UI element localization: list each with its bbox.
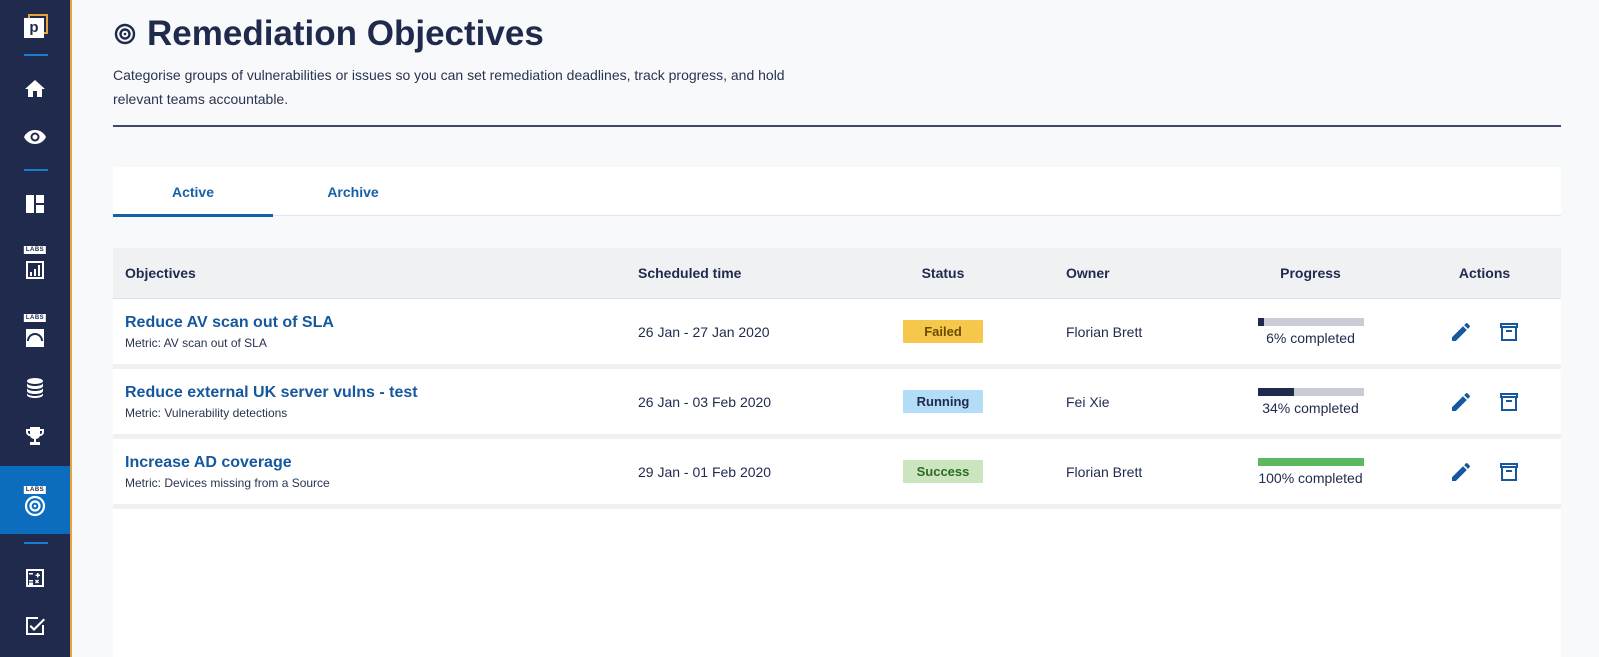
objective-title-link[interactable]: Increase AD coverage	[125, 454, 638, 472]
progress-cell: 6% completed	[1213, 317, 1408, 346]
archive-icon	[1499, 462, 1518, 481]
gauge-icon	[26, 329, 44, 347]
page-description: Categorise groups of vulnerabilities or …	[113, 67, 785, 107]
tab-bar: Active Archive	[113, 167, 1561, 217]
pencil-icon	[1451, 462, 1470, 481]
report-chart-icon	[26, 261, 44, 279]
column-header-scheduled[interactable]: Scheduled time	[638, 265, 858, 281]
home-icon	[25, 80, 45, 97]
tab-active[interactable]: Active	[113, 167, 273, 217]
labs-badge: LABS	[23, 246, 47, 254]
progress-label: 6% completed	[1266, 329, 1355, 346]
labs-badge: LABS	[23, 486, 47, 494]
tab-archive[interactable]: Archive	[273, 167, 433, 216]
archive-button[interactable]	[1496, 389, 1522, 415]
sidebar-item-home[interactable]	[0, 65, 70, 113]
edit-button[interactable]	[1448, 459, 1474, 485]
owner-name: Florian Brett	[1066, 323, 1143, 340]
eye-icon	[24, 130, 46, 144]
sidebar: p LABS LABS LABS	[0, 0, 72, 657]
owner-name: Florian Brett	[1066, 463, 1143, 480]
column-header-status[interactable]: Status	[858, 265, 1028, 281]
progress-cell: 100% completed	[1213, 457, 1408, 486]
checkbox-icon	[26, 617, 45, 635]
sidebar-item-remediation-objectives[interactable]: LABS	[0, 466, 70, 534]
objective-metric: Metric: AV scan out of SLA	[125, 335, 267, 350]
archive-button[interactable]	[1496, 319, 1522, 345]
objective-title-link[interactable]: Reduce external UK server vulns - test	[125, 384, 638, 402]
status-badge: Running	[903, 390, 983, 413]
sidebar-divider	[24, 542, 48, 544]
status-badge: Failed	[903, 320, 983, 343]
status-badge: Success	[903, 460, 983, 483]
header-divider	[113, 125, 1561, 127]
sidebar-item-calculator[interactable]	[0, 554, 70, 602]
scheduled-time: 26 Jan - 03 Feb 2020	[638, 393, 772, 410]
labs-badge: LABS	[23, 314, 47, 322]
sidebar-item-tasks[interactable]	[0, 602, 70, 650]
page-title-text: Remediation Objectives	[147, 14, 544, 53]
target-icon	[24, 495, 46, 517]
progress-cell: 34% completed	[1213, 387, 1408, 416]
calculator-icon	[26, 569, 44, 587]
edit-button[interactable]	[1448, 389, 1474, 415]
dashboard-icon	[26, 195, 44, 213]
progress-bar	[1257, 317, 1364, 326]
archive-button[interactable]	[1496, 459, 1522, 485]
pencil-icon	[1451, 322, 1470, 341]
sidebar-item-achievements[interactable]	[0, 412, 70, 460]
sidebar-item-sources[interactable]	[0, 364, 70, 412]
table-row: Reduce AV scan out of SLA Metric: AV sca…	[113, 299, 1561, 369]
archive-icon	[1499, 322, 1518, 341]
sidebar-divider	[24, 54, 48, 56]
objective-title-link[interactable]: Reduce AV scan out of SLA	[125, 314, 638, 332]
database-icon	[27, 378, 43, 398]
objective-metric: Metric: Vulnerability detections	[125, 405, 288, 420]
scheduled-time: 26 Jan - 27 Jan 2020	[638, 323, 770, 340]
progress-label: 34% completed	[1262, 399, 1359, 416]
progress-label: 100% completed	[1258, 469, 1363, 486]
logo-letter: p	[24, 18, 44, 38]
column-header-progress[interactable]: Progress	[1213, 265, 1408, 281]
archive-icon	[1499, 392, 1518, 411]
table-row: Increase AD coverage Metric: Devices mis…	[113, 439, 1561, 509]
trophy-icon	[26, 427, 44, 445]
logo[interactable]: p	[24, 14, 48, 38]
table-row: Reduce external UK server vulns - test M…	[113, 369, 1561, 439]
owner-name: Fei Xie	[1066, 393, 1110, 410]
sidebar-item-dashboards[interactable]	[0, 180, 70, 228]
sidebar-item-gauge[interactable]: LABS	[0, 308, 70, 356]
table-header: Objectives Scheduled time Status Owner P…	[113, 248, 1561, 299]
column-header-objectives[interactable]: Objectives	[113, 265, 638, 281]
column-header-actions: Actions	[1458, 265, 1511, 281]
sidebar-item-visibility[interactable]	[0, 113, 70, 161]
objectives-table: Objectives Scheduled time Status Owner P…	[113, 248, 1561, 657]
objective-metric: Metric: Devices missing from a Source	[125, 475, 330, 490]
scheduled-time: 29 Jan - 01 Feb 2020	[638, 463, 772, 480]
target-icon	[114, 23, 136, 45]
sidebar-item-reports[interactable]: LABS	[0, 240, 70, 288]
progress-bar	[1257, 457, 1364, 466]
sidebar-divider	[24, 169, 48, 171]
page-title: Remediation Objectives	[113, 14, 544, 54]
pencil-icon	[1451, 392, 1470, 411]
column-header-owner[interactable]: Owner	[1028, 265, 1213, 281]
edit-button[interactable]	[1448, 319, 1474, 345]
progress-bar	[1257, 387, 1364, 396]
